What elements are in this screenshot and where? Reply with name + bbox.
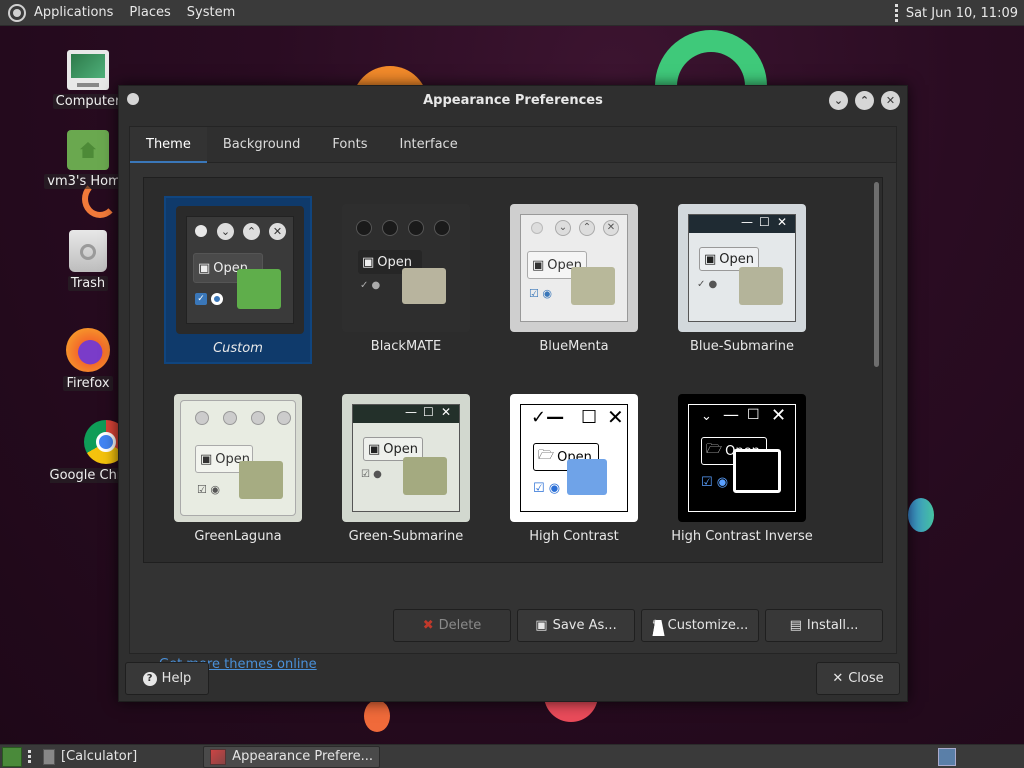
home-folder-icon — [67, 130, 109, 170]
help-label: Help — [161, 671, 192, 686]
theme-list-scrollbar[interactable] — [873, 182, 880, 554]
window-title: Appearance Preferences — [423, 93, 603, 108]
theme-preview: ✓— ☐ ✕ 🗁 Open ☑ ◉ — [510, 394, 638, 522]
theme-name: High Contrast — [529, 529, 619, 544]
desktop-icon-firefox[interactable]: Firefox — [50, 328, 126, 391]
decor-blob — [908, 498, 934, 532]
theme-item-bluementa[interactable]: ⌄ ⌃ ✕ ▣ Open ☑ ◉ BlueMenta — [500, 196, 648, 364]
theme-preview: — ☐ ✕ ▣ Open ✓ ● — [678, 204, 806, 332]
customize-label: Customize... — [667, 618, 749, 633]
taskbar-item-label: [Calculator] — [61, 749, 138, 764]
panel-handle-icon[interactable] — [894, 4, 898, 22]
save-as-button[interactable]: ▣ Save As... — [517, 609, 635, 642]
theme-item-high-contrast-inverse[interactable]: ⌄ — ☐ ✕ 🗁Open ☑ ◉ High Contrast Inverse — [668, 386, 816, 554]
theme-name: BlackMATE — [370, 339, 442, 354]
delete-icon: ✖ — [422, 618, 434, 633]
scrollbar-thumb[interactable] — [874, 182, 879, 367]
save-icon: ▣ — [535, 618, 548, 633]
install-label: Install... — [806, 618, 859, 633]
minimize-button[interactable]: ⌄ — [829, 91, 848, 110]
theme-name: Custom — [213, 341, 263, 356]
trash-icon — [69, 230, 107, 272]
calculator-icon — [43, 748, 55, 765]
theme-list[interactable]: ⌄ ⌃ ✕ ▣ Open ✓ Custom ▣ Open ✓ ● BlackMA… — [143, 177, 883, 563]
taskbar-item-appearance[interactable]: Appearance Prefere... — [203, 745, 381, 768]
theme-preview: — ☐ ✕ ▣ Open ☑ ● — [342, 394, 470, 522]
clock[interactable]: Sat Jun 10, 11:09 — [906, 6, 1018, 21]
theme-item-custom[interactable]: ⌄ ⌃ ✕ ▣ Open ✓ Custom — [164, 196, 312, 364]
tab-theme[interactable]: Theme — [130, 127, 207, 163]
appearance-preferences-window: Appearance Preferences ⌄ ⌃ ✕ Theme Backg… — [118, 85, 908, 702]
bottom-taskbar: [Calculator] Appearance Prefere... — [0, 744, 1024, 768]
close-button[interactable]: ✕ Close — [816, 662, 900, 695]
theme-open-label: Open — [383, 441, 419, 457]
taskbar-handle-icon[interactable] — [28, 750, 31, 763]
desktop-icon-computer[interactable]: Computer — [50, 50, 126, 109]
workspace-switcher[interactable] — [938, 748, 956, 766]
save-as-label: Save As... — [552, 618, 617, 633]
mate-logo-icon[interactable] — [8, 3, 26, 22]
desktop-icon-home[interactable]: vm3's Home — [44, 130, 132, 189]
help-button[interactable]: ? Help — [125, 662, 209, 695]
install-icon: ▤ — [789, 618, 802, 633]
desktop-icon-label: Firefox — [63, 376, 113, 391]
theme-name: High Contrast Inverse — [671, 529, 813, 544]
decor-blob — [364, 700, 390, 732]
theme-item-blackmate[interactable]: ▣ Open ✓ ● BlackMATE — [332, 196, 480, 364]
close-icon: ✕ — [832, 671, 844, 686]
desktop-icon-label: Computer — [52, 94, 124, 109]
desktop-icon-label: Trash — [67, 276, 109, 291]
close-window-button[interactable]: ✕ — [881, 91, 900, 110]
places-menu[interactable]: Places — [121, 0, 178, 26]
desktop-icon-label: Google Chrome — [50, 468, 126, 483]
theme-preview: ▣ Open ☑ ◉ — [174, 394, 302, 522]
theme-item-green-submarine[interactable]: — ☐ ✕ ▣ Open ☑ ● Green-Submarine — [332, 386, 480, 554]
appearance-app-icon — [210, 748, 227, 765]
tab-interface[interactable]: Interface — [383, 127, 473, 163]
install-button[interactable]: ▤ Install... — [765, 609, 883, 642]
theme-name: Blue-Submarine — [689, 339, 795, 354]
theme-name: BlueMenta — [539, 339, 609, 354]
delete-button[interactable]: ✖ Delete — [393, 609, 511, 642]
theme-item-blue-submarine[interactable]: — ☐ ✕ ▣ Open ✓ ● Blue-Submarine — [668, 196, 816, 364]
theme-item-greenlaguna[interactable]: ▣ Open ☑ ◉ GreenLaguna — [164, 386, 312, 554]
theme-preview: ⌄ ⌃ ✕ ▣ Open ☑ ◉ — [510, 204, 638, 332]
system-menu[interactable]: System — [179, 0, 243, 26]
show-desktop-icon[interactable] — [2, 746, 22, 767]
delete-label: Delete — [438, 618, 482, 633]
taskbar-item-label: Appearance Prefere... — [232, 749, 374, 764]
maximize-button[interactable]: ⌃ — [855, 91, 874, 110]
tab-bar: Theme Background Fonts Interface — [130, 127, 896, 163]
tab-fonts[interactable]: Fonts — [316, 127, 383, 163]
applications-menu[interactable]: Applications — [26, 0, 121, 26]
preferences-notebook: Theme Background Fonts Interface ⌄ ⌃ ✕ ▣… — [129, 126, 897, 672]
theme-name: Green-Submarine — [348, 529, 464, 544]
theme-preview: ▣ Open ✓ ● — [342, 204, 470, 332]
computer-icon — [67, 50, 109, 90]
taskbar-item-calculator[interactable]: [Calculator] — [37, 746, 143, 768]
desktop-icon-trash[interactable]: Trash — [50, 230, 126, 291]
theme-open-label: Open — [719, 251, 755, 267]
theme-item-high-contrast[interactable]: ✓— ☐ ✕ 🗁 Open ☑ ◉ High Contrast — [500, 386, 648, 554]
desktop-icon-chrome[interactable]: Google Chrome — [50, 420, 126, 483]
tab-background[interactable]: Background — [207, 127, 317, 163]
theme-name: GreenLaguna — [194, 529, 282, 544]
theme-preview: ⌄ ⌃ ✕ ▣ Open ✓ — [176, 206, 304, 334]
theme-preview: ⌄ — ☐ ✕ 🗁Open ☑ ◉ — [678, 394, 806, 522]
top-panel: Applications Places System Sat Jun 10, 1… — [0, 0, 1024, 26]
firefox-icon — [66, 328, 110, 372]
help-icon: ? — [142, 671, 157, 686]
window-titlebar[interactable]: Appearance Preferences ⌄ ⌃ ✕ — [119, 86, 907, 116]
close-label: Close — [848, 671, 884, 686]
